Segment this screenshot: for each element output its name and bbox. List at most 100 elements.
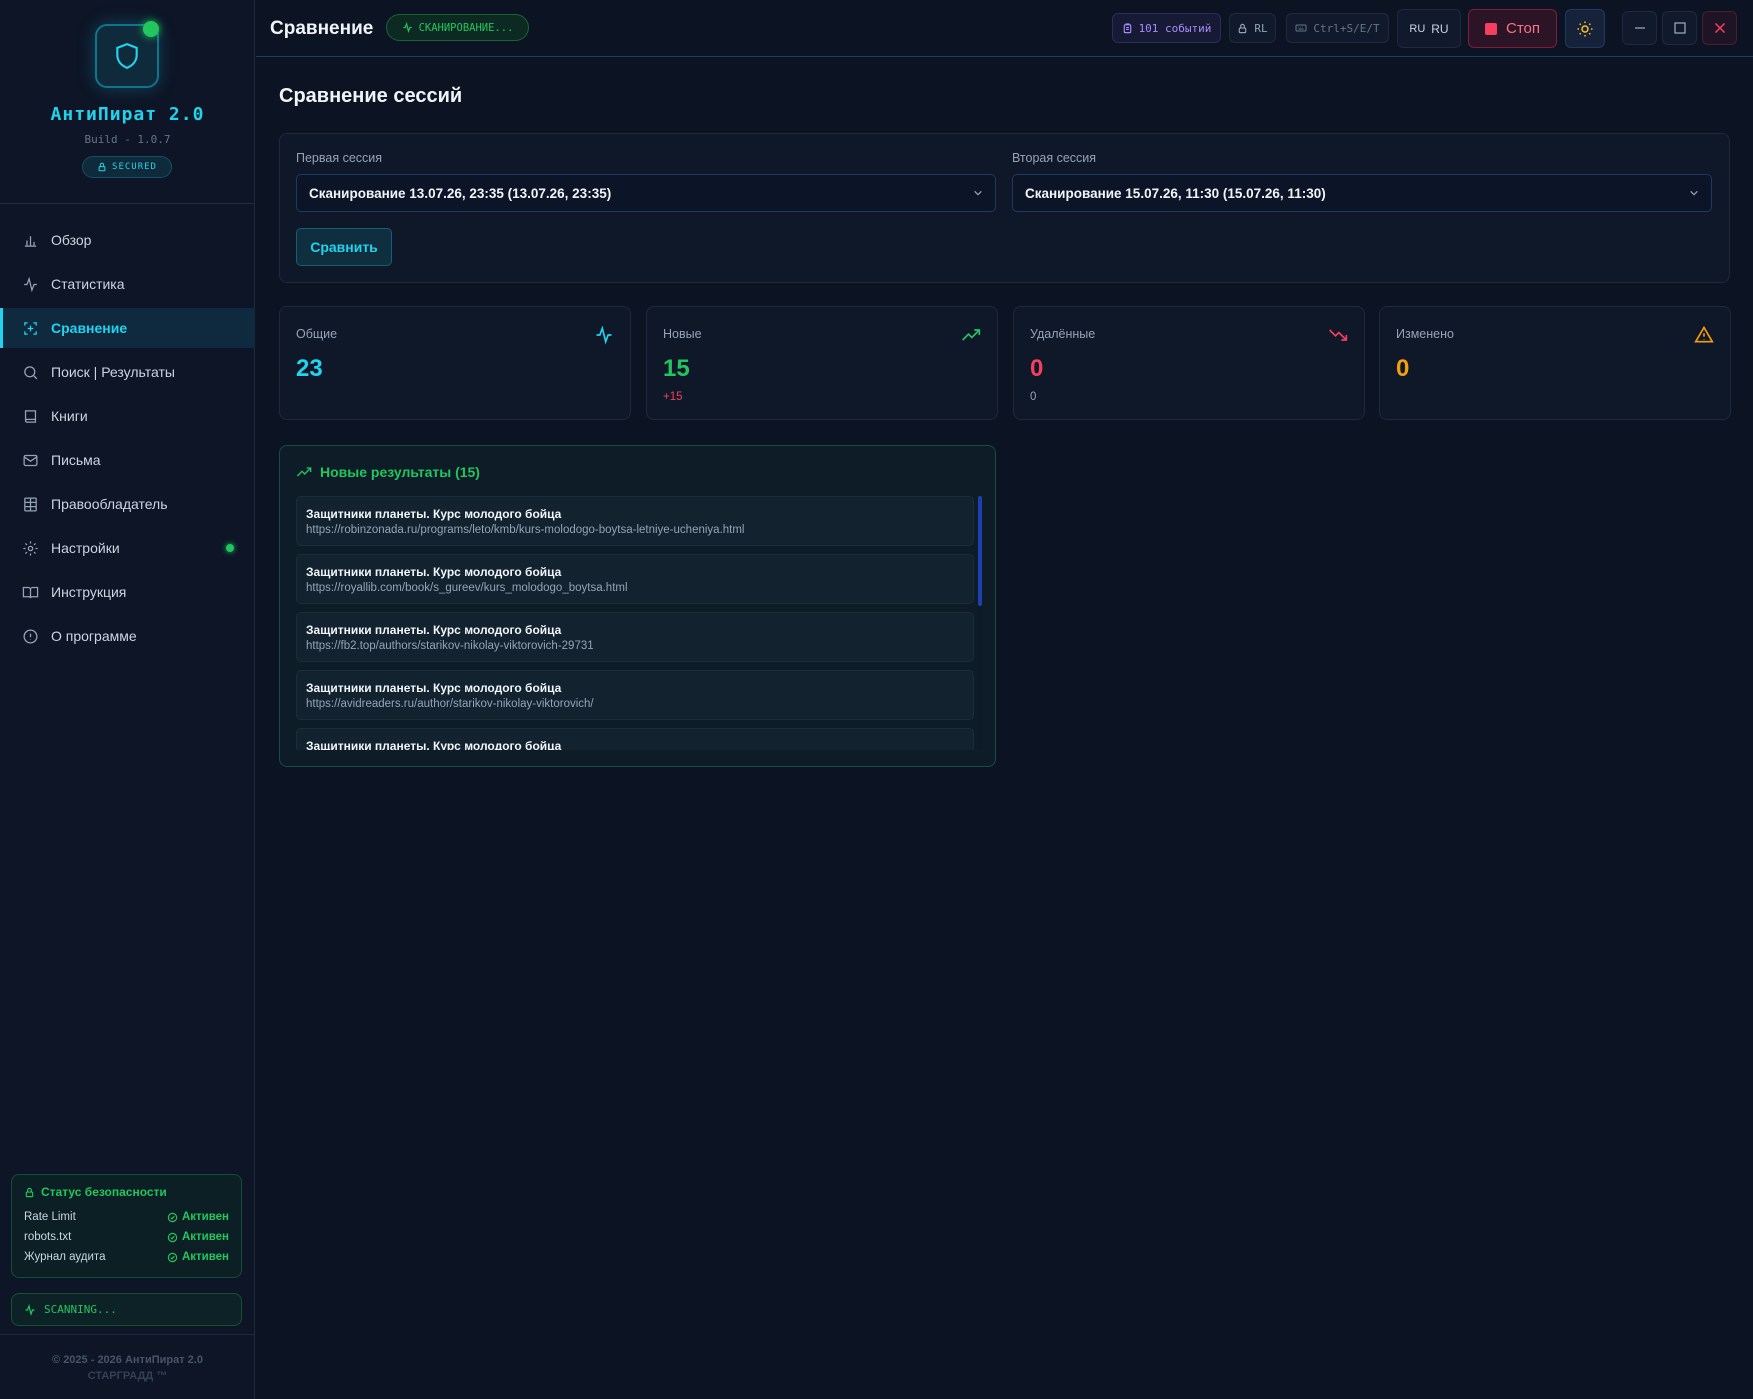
minimize-icon — [1634, 27, 1645, 29]
security-row-status-label: Активен — [181, 1231, 229, 1243]
new-results-card: Новые результаты (15) Защитники планеты.… — [279, 445, 996, 767]
language-button[interactable]: RU RU — [1397, 9, 1461, 48]
trending-up-icon — [962, 329, 981, 341]
result-title: Защитники планеты. Курс молодого бойца — [306, 623, 562, 637]
security-row-name: Rate Limit — [24, 1211, 76, 1223]
settings-status-dot — [226, 544, 234, 552]
scanning-indicator: SCANNING... — [11, 1293, 242, 1326]
events-counter-label: 101 событий — [1138, 21, 1212, 35]
sidebar: АнтиПират 2.0 Build - 1.0.7 SECURED Обзо… — [0, 0, 255, 1399]
new-results-list[interactable]: Защитники планеты. Курс молодого бойца h… — [296, 496, 974, 750]
stop-button[interactable]: Стоп — [1468, 9, 1557, 48]
page-header-title: Сравнение — [270, 18, 374, 39]
copyright-line: © 2025 - 2026 АнтиПират 2.0 — [52, 1354, 203, 1366]
result-url[interactable]: https://royallib.com/book/s_gureev/kurs_… — [306, 580, 965, 596]
maximize-button[interactable] — [1662, 11, 1697, 45]
result-title: Защитники планеты. Курс молодого бойца — [306, 739, 562, 750]
first-session-value: Сканирование 13.07.26, 23:35 (13.07.26, … — [309, 185, 612, 201]
activity-icon — [402, 22, 412, 33]
page-title: Сравнение сессий — [279, 85, 463, 107]
first-session-select[interactable]: Сканирование 13.07.26, 23:35 (13.07.26, … — [296, 174, 996, 212]
second-session-value: Сканирование 15.07.26, 11:30 (15.07.26, … — [1025, 185, 1326, 201]
rate-limit-button[interactable]: RL — [1229, 13, 1276, 43]
security-row: Rate Limit Активен — [24, 1207, 229, 1227]
events-counter-button[interactable]: 101 событий — [1112, 13, 1221, 43]
list-item[interactable]: Защитники планеты. Курс молодого бойца h… — [296, 554, 974, 604]
sidebar-item-settings[interactable]: Настройки — [0, 528, 255, 568]
list-item[interactable]: Защитники планеты. Курс молодого бойца — [296, 728, 974, 750]
sidebar-item-label: Книги — [51, 408, 88, 424]
new-results-title: Новые результаты (15) — [296, 464, 480, 480]
sidebar-item-rightsholder[interactable]: Правообладатель — [0, 484, 255, 524]
info-icon — [23, 628, 38, 644]
stat-value: 0 — [1396, 355, 1410, 382]
shortcuts-button[interactable]: Ctrl+S/E/T — [1286, 13, 1389, 43]
sidebar-item-books[interactable]: Книги — [0, 396, 255, 436]
sidebar-nav: Обзор Статистика Сравнение Поиск | Резул… — [0, 220, 255, 660]
stop-icon — [1485, 22, 1497, 35]
gear-icon — [23, 540, 38, 556]
online-indicator — [143, 21, 159, 37]
sidebar-item-about[interactable]: О программе — [0, 616, 255, 656]
first-session-label: Первая сессия — [296, 151, 383, 165]
security-row-status: Активен — [167, 1251, 229, 1263]
book-icon — [24, 409, 37, 423]
sidebar-item-label: Настройки — [51, 540, 120, 556]
clipboard-icon — [1123, 22, 1131, 33]
results-scrollbar[interactable] — [978, 496, 982, 750]
sidebar-item-overview[interactable]: Обзор — [0, 220, 255, 260]
result-url[interactable]: https://avidreaders.ru/author/starikov-n… — [306, 696, 965, 712]
list-item[interactable]: Защитники планеты. Курс молодого бойца h… — [296, 670, 974, 720]
session-select-card: Первая сессия Сканирование 13.07.26, 23:… — [279, 133, 1730, 283]
result-url[interactable]: https://robinzonada.ru/programs/leto/kmb… — [306, 522, 965, 538]
trending-down-icon — [1329, 329, 1348, 341]
sidebar-item-letters[interactable]: Письма — [0, 440, 255, 480]
lock-icon — [25, 1187, 34, 1197]
minimize-button[interactable] — [1622, 11, 1657, 45]
security-row-status: Активен — [167, 1211, 229, 1223]
check-circle-icon — [167, 1212, 178, 1222]
stat-value: 23 — [296, 355, 323, 382]
sun-icon — [1577, 21, 1593, 36]
compare-button[interactable]: Сравнить — [296, 228, 392, 266]
security-title-label: Статус безопасности — [41, 1185, 167, 1199]
bar-chart-icon — [24, 235, 37, 247]
sidebar-divider — [0, 1334, 255, 1335]
security-row-status-label: Активен — [181, 1251, 229, 1263]
sidebar-item-instructions[interactable]: Инструкция — [0, 572, 255, 612]
sidebar-item-statistics[interactable]: Статистика — [0, 264, 255, 304]
build-version: Build - 1.0.7 — [84, 133, 171, 146]
stat-card-common: Общие 23 — [279, 306, 631, 420]
activity-icon — [25, 1303, 35, 1316]
security-row-name: robots.txt — [24, 1231, 72, 1243]
stop-label: Стоп — [1506, 20, 1540, 37]
scanning-badge-label: СКАНИРОВАНИЕ... — [418, 21, 514, 34]
chevron-down-icon — [1690, 190, 1698, 196]
result-url[interactable]: https://fb2.top/authors/starikov-nikolay… — [306, 638, 965, 654]
new-results-label: Новые результаты (15) — [320, 464, 480, 480]
theme-toggle-button[interactable] — [1565, 9, 1605, 48]
close-button[interactable] — [1702, 11, 1737, 45]
security-row-status: Активен — [167, 1231, 229, 1243]
brand-title: АнтиПират 2.0 — [50, 104, 205, 125]
sidebar-item-compare[interactable]: Сравнение — [0, 308, 255, 348]
security-status-panel: Статус безопасности Rate Limit Активен r… — [11, 1174, 242, 1278]
stat-value: 0 — [1030, 355, 1044, 382]
security-row: robots.txt Активен — [24, 1227, 229, 1247]
list-item[interactable]: Защитники планеты. Курс молодого бойца h… — [296, 496, 974, 546]
scrollbar-thumb[interactable] — [978, 496, 982, 606]
shortcuts-label: Ctrl+S/E/T — [1313, 21, 1380, 35]
security-status-title: Статус безопасности — [24, 1185, 229, 1199]
list-item[interactable]: Защитники планеты. Курс молодого бойца h… — [296, 612, 974, 662]
sidebar-item-search-results[interactable]: Поиск | Результаты — [0, 352, 255, 392]
sidebar-item-label: Письма — [51, 452, 101, 468]
close-icon — [1714, 22, 1725, 34]
second-session-select[interactable]: Сканирование 15.07.26, 11:30 (15.07.26, … — [1012, 174, 1712, 212]
scanning-badge: СКАНИРОВАНИЕ... — [386, 14, 529, 41]
secured-label: SECURED — [112, 162, 157, 172]
brand-block: АнтиПират 2.0 Build - 1.0.7 SECURED — [0, 0, 254, 204]
compare-icon — [24, 321, 37, 335]
result-title: Защитники планеты. Курс молодого бойца — [306, 681, 562, 695]
stat-card-changed: Изменено 0 — [1379, 306, 1731, 420]
lock-icon — [98, 162, 106, 172]
